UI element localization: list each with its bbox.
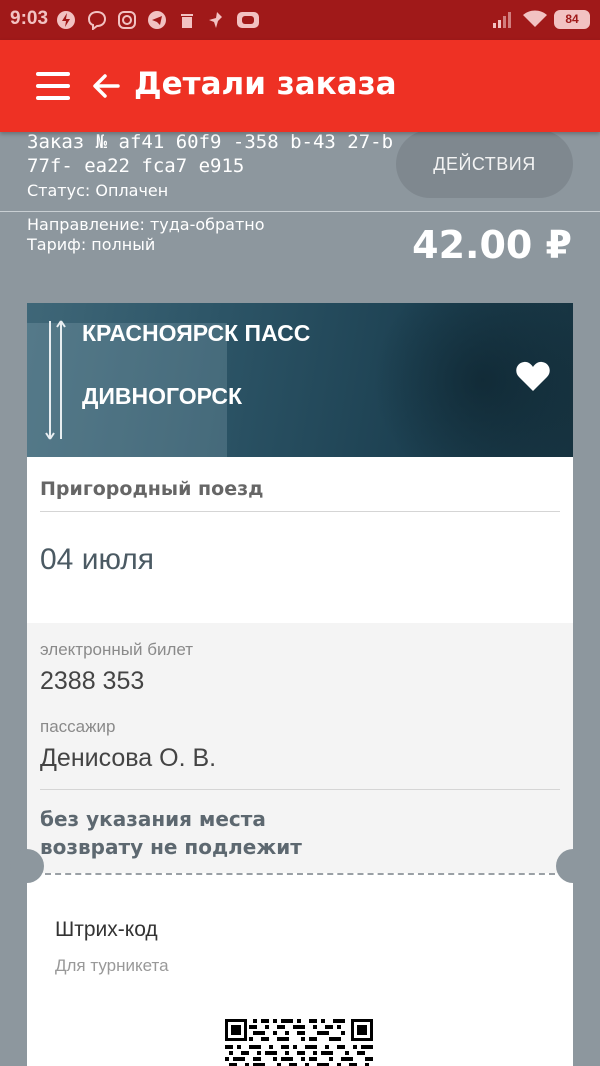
order-number: Заказ № af41 60f9 -358 b-43 27-b 77f- ea… xyxy=(27,130,397,178)
ticket-details: электронный билет 2388 353 пассажир Дени… xyxy=(27,623,573,873)
telegram-icon xyxy=(148,11,166,29)
instagram-icon xyxy=(118,11,136,29)
route-banner: КРАСНОЯРСК ПАСС ДИВНОГОРСК xyxy=(27,303,573,457)
order-status: Статус: Оплачен xyxy=(27,181,169,200)
ticket-notch-left xyxy=(10,849,44,883)
signal-icon xyxy=(493,12,511,28)
screen-icon xyxy=(237,12,259,28)
passenger-name: Денисова О. В. xyxy=(40,744,217,772)
refund-condition: возврату не подлежит xyxy=(40,835,302,859)
page-title: Детали заказа xyxy=(134,66,397,102)
power-icon xyxy=(57,11,75,29)
tear-line xyxy=(45,873,555,875)
train-type: Пригородный поезд xyxy=(40,478,264,500)
order-price: 42.00 ₽ xyxy=(412,223,572,267)
ticket-notch-right xyxy=(556,849,590,883)
viber-icon xyxy=(87,10,107,30)
seat-condition: без указания места xyxy=(40,807,266,831)
order-tariff: Тариф: полный xyxy=(27,235,156,254)
order-number-line2: 77f- ea22 fca7 e915 xyxy=(27,155,245,177)
divider xyxy=(0,211,600,212)
heart-icon[interactable] xyxy=(515,360,551,392)
passenger-label: пассажир xyxy=(40,717,116,736)
divider xyxy=(40,511,560,512)
battery-level: 84 xyxy=(565,12,579,26)
route-from: КРАСНОЯРСК ПАСС xyxy=(82,320,311,346)
divider xyxy=(40,789,560,790)
menu-icon[interactable] xyxy=(36,72,70,100)
eticket-label: электронный билет xyxy=(40,640,194,659)
barcode-title: Штрих-код xyxy=(55,918,158,941)
app-bar: Детали заказа xyxy=(0,40,600,132)
wifi-icon xyxy=(523,10,547,27)
status-time: 9:03 xyxy=(10,8,49,29)
ticket-card: КРАСНОЯРСК ПАСС ДИВНОГОРСК Пригородный п… xyxy=(10,303,590,1066)
route-arrows-icon xyxy=(45,320,66,440)
back-arrow-icon[interactable] xyxy=(90,70,122,102)
trash-icon xyxy=(181,14,193,28)
qr-code xyxy=(225,1019,373,1066)
barcode-subtitle: Для турникета xyxy=(55,956,169,975)
battery-icon: 84 xyxy=(554,10,590,29)
actions-button[interactable]: ДЕЙСТВИЯ xyxy=(396,130,573,198)
order-number-line1: Заказ № af41 60f9 -358 b-43 27-b xyxy=(27,131,394,153)
eticket-number: 2388 353 xyxy=(40,667,145,695)
route-to: ДИВНОГОРСК xyxy=(82,383,243,409)
pin-icon xyxy=(209,12,222,28)
order-direction: Направление: туда-обратно xyxy=(27,215,265,234)
trip-date: 04 июля xyxy=(40,543,155,576)
status-bar: 9:03 84 xyxy=(0,0,600,40)
